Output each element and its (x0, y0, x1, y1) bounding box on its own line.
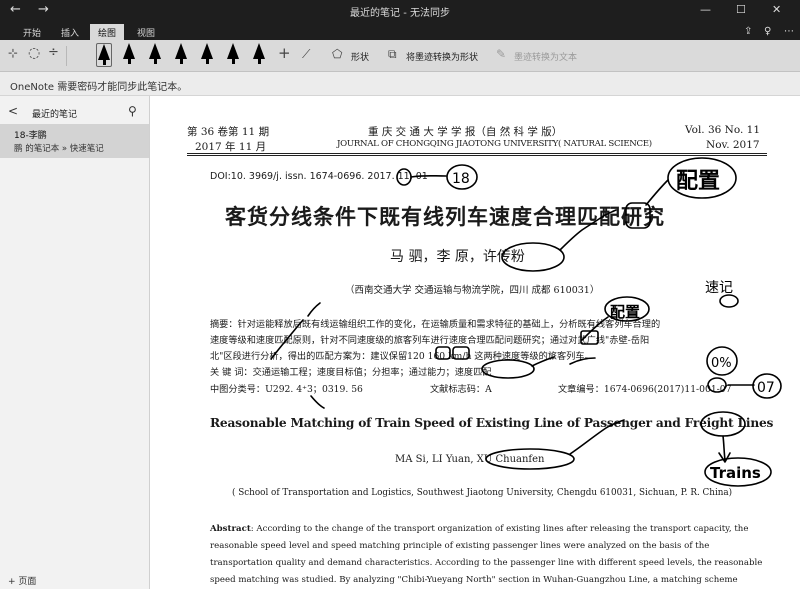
header-rule-double (187, 155, 767, 156)
toolbar-divider (66, 46, 67, 66)
eraser-tool-icon[interactable]: ◌ (28, 45, 40, 61)
ink-arrow-head (718, 452, 731, 463)
ink-text-trains: Trains (710, 464, 761, 482)
ink-text-pct: 0% (711, 356, 732, 371)
ink-to-shape-icon[interactable]: ⧉ (388, 47, 397, 62)
ink-text-18: 18 (452, 171, 470, 187)
affiliation-en: ( School of Transportation and Logistics… (232, 488, 733, 498)
journal-name-en: JOURNAL OF CHONGQING JIAOTONG UNIVERSITY… (337, 139, 652, 149)
highlighter-icon[interactable] (252, 43, 266, 67)
ink-text-peizhi-top: 配置 (676, 169, 720, 194)
journal-volume-en: Vol. 36 No. 11 (685, 124, 761, 136)
authors-zh: 马 驷，李 原，许传粉 (390, 249, 525, 265)
abstract-en-line-3: transportation quality and demand charac… (210, 558, 763, 568)
abstract-en-line-2: reasonable speed level and speed matchin… (210, 541, 710, 551)
tab-insert[interactable]: 插入 (52, 24, 88, 40)
sync-notification-bar[interactable]: OneNote 需要密码才能同步此笔记本。 (0, 72, 800, 96)
window-title: 最近的笔记 - 无法同步 (350, 8, 450, 19)
keywords-zh: 关 键 词：交通运输工程；速度目标值；分担率；通过能力；速度匹配 (210, 367, 492, 378)
pen-selected-icon[interactable] (96, 43, 112, 67)
abstract-en-label: Abstract (210, 524, 251, 534)
add-space-tool-icon[interactable]: ÷ (48, 45, 59, 60)
shapes-icon[interactable]: ⬠ (332, 47, 342, 61)
minimize-button[interactable]: — (700, 3, 711, 16)
pen-2-icon[interactable] (122, 43, 136, 67)
header-rule (187, 153, 767, 154)
back-chevron-icon[interactable]: < (8, 104, 18, 118)
ink-text-07: 07 (757, 380, 775, 396)
ink-stroke-clc (310, 395, 325, 409)
journal-date-en: Nov. 2017 (706, 139, 760, 151)
affiliation-zh: （西南交通大学 交通运输与物流学院，四川 成都 610031） (345, 285, 600, 296)
search-icon[interactable]: ⚲ (128, 104, 137, 118)
ribbon-tab-bar: 开始 插入 绘图 视图 ⇪ ♀ ⋯ (0, 22, 800, 40)
abstract-en-text-1: : According to the change of the transpo… (250, 524, 749, 534)
close-button[interactable]: ✕ (772, 3, 781, 16)
ink-text-margin-word: 速记 (705, 280, 733, 296)
page-item-title: 18-李鹏 (14, 131, 47, 141)
ink-circle-18 (446, 164, 478, 190)
journal-name-zh: 重 庆 交 通 大 学 学 报（自 然 科 学 版） (368, 126, 563, 138)
pen-6-icon[interactable] (226, 43, 240, 67)
more-options-icon[interactable]: ⋯ (784, 26, 794, 37)
document-code: 文献标志码：A (430, 384, 492, 395)
paper-title-zh: 客货分线条件下既有线列车速度合理匹配研究 (225, 205, 665, 229)
share-icon[interactable]: ⇪ (744, 26, 752, 37)
clc-number: 中图分类号：U292. 4⁺3；0319. 56 (210, 384, 363, 395)
ink-circle-07 (752, 373, 782, 399)
abstract-zh-line-1: 摘要：针对运能释放后既有线运输组织工作的变化，在运输质量和需求特征的基础上，分析… (210, 319, 661, 330)
sync-notification-text: OneNote 需要密码才能同步此笔记本。 (10, 82, 188, 93)
paper-title-en: Reasonable Matching of Train Speed of Ex… (210, 416, 774, 430)
page-list-item[interactable]: 18-李鹏 鹏 的笔记本 » 快速笔记 (0, 124, 149, 158)
ruler-icon[interactable]: ⟋ (302, 47, 310, 62)
tab-home[interactable]: 开始 (14, 24, 50, 40)
ink-circle-pct (706, 346, 738, 376)
page-item-location: 鹏 的笔记本 » 快速笔记 (14, 144, 104, 154)
shapes-button[interactable]: 形状 (351, 50, 369, 63)
abstract-zh-line-3: 北"区段进行分析，得出的匹配方案为：建议保留120 160 km/h 这两种速度… (210, 351, 594, 362)
ink-to-text-icon[interactable]: ✎ (496, 47, 506, 61)
authors-en: MA Si, LI Yuan, XU Chuanfen (395, 454, 545, 465)
tab-draw[interactable]: 绘图 (90, 24, 124, 40)
ink-to-text-button[interactable]: 墨迹转换为文本 (514, 50, 577, 63)
draw-toolbar: ⊹ ◌ ÷ + ⟋ ⬠ 形状 ⧉ 将墨迹转换为形状 ✎ 墨迹转换为文本 (0, 40, 800, 72)
sidebar-title: 最近的笔记 (32, 110, 78, 120)
ink-circle-margin (719, 294, 739, 308)
note-canvas[interactable]: 第 36 卷第 11 期 2017 年 11 月 重 庆 交 通 大 学 学 报… (150, 96, 800, 589)
journal-volume-zh: 第 36 卷第 11 期 (187, 126, 270, 138)
ink-arrow-shaft (722, 435, 726, 461)
title-bar: ← → 最近的笔记 - 无法同步 — ☐ ✕ (0, 0, 800, 22)
abstract-en-line-4: speed matching was studied. By analyzing… (210, 575, 738, 585)
maximize-button[interactable]: ☐ (736, 3, 746, 16)
add-pen-button[interactable]: + (278, 44, 291, 62)
ink-to-shape-button[interactable]: 将墨迹转换为形状 (406, 50, 478, 63)
pen-5-icon[interactable] (200, 43, 214, 67)
lightbulb-icon[interactable]: ♀ (764, 26, 771, 37)
tab-view[interactable]: 视图 (128, 24, 164, 40)
abstract-en-line-1: Abstract: According to the change of the… (210, 524, 748, 534)
select-tool-icon[interactable]: ⊹ (8, 46, 18, 60)
ink-circle-trains (704, 457, 772, 487)
ink-line-abstract-top (307, 302, 321, 317)
pen-3-icon[interactable] (148, 43, 162, 67)
page-list-sidebar: < 最近的笔记 ⚲ 18-李鹏 鹏 的笔记本 » 快速笔记 + 页面 (0, 96, 150, 589)
journal-date-zh: 2017 年 11 月 (195, 141, 267, 153)
ink-circle-peizhi-top (667, 157, 737, 199)
pen-4-icon[interactable] (174, 43, 188, 67)
abstract-zh-line-2: 速度等级和速度匹配原则，针对不同速度级的旅客列车进行速度合理匹配问题研究；通过对… (210, 335, 650, 346)
article-number: 文章编号：1674-0696(2017)11-001-07 (558, 384, 732, 395)
add-page-button[interactable]: + 页面 (8, 574, 36, 587)
doi-line: DOI:10. 3969/j. issn. 1674-0696. 2017. 1… (210, 171, 428, 182)
